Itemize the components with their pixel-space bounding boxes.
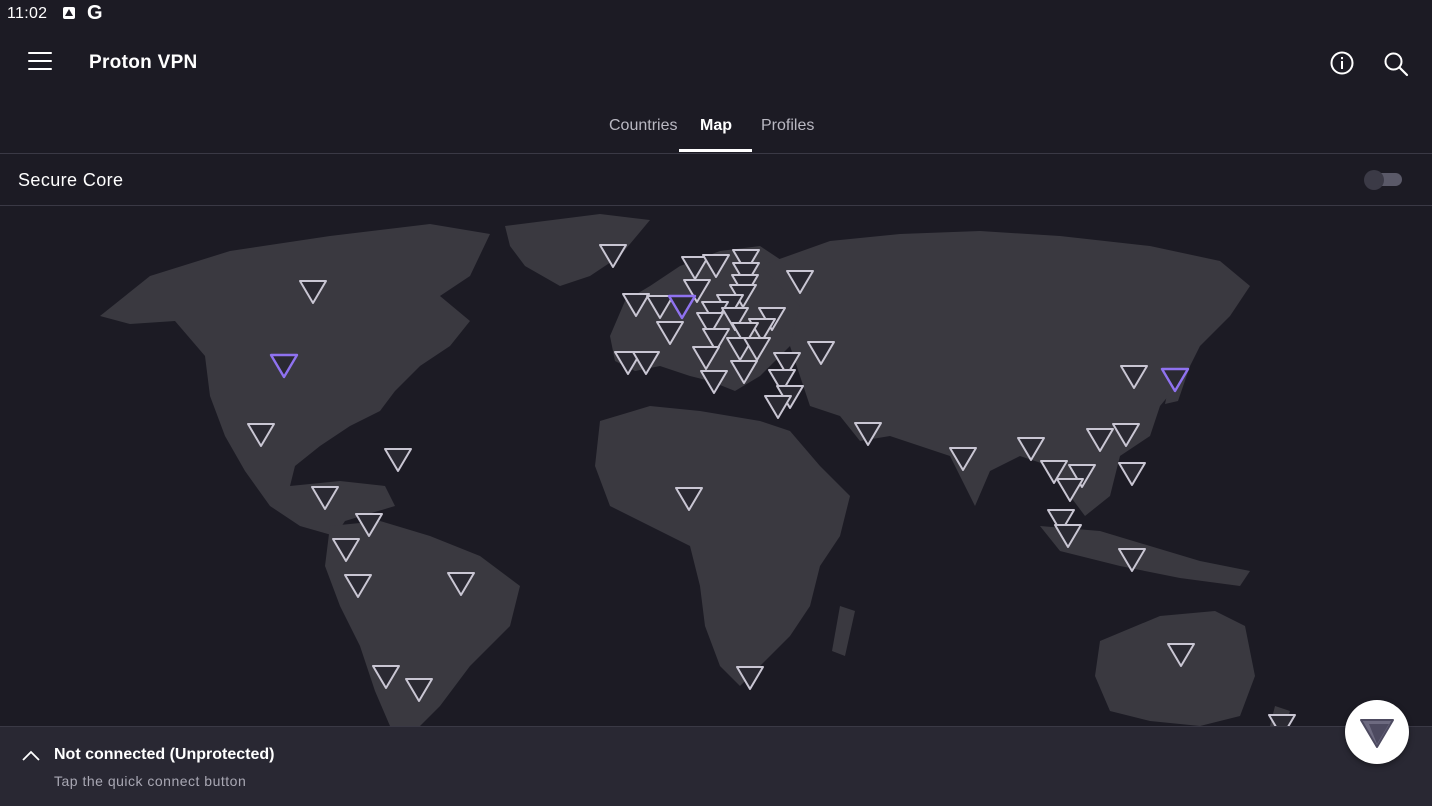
app-title: Proton VPN (89, 52, 198, 73)
server-marker[interactable] (384, 448, 412, 472)
status-bar: 11:02 G (0, 0, 1432, 28)
proton-vpn-logo-icon (1360, 719, 1394, 748)
info-icon[interactable] (1330, 51, 1354, 75)
app-bar: Proton VPN (0, 28, 1432, 98)
app-store-icon (63, 7, 75, 19)
connection-status: Not connected (Unprotected) (54, 746, 275, 763)
menu-icon[interactable] (28, 52, 52, 72)
land-madagascar (832, 606, 855, 656)
land-greenland (505, 214, 650, 286)
land-australia (1095, 611, 1255, 726)
land-africa (595, 406, 850, 686)
world-map[interactable] (0, 206, 1432, 726)
tab-indicator (679, 149, 752, 152)
tab-map[interactable]: Map (700, 117, 732, 135)
google-icon: G (87, 2, 103, 24)
chevron-up-icon[interactable] (22, 749, 40, 761)
quick-connect-button[interactable] (1345, 700, 1409, 764)
tab-profiles[interactable]: Profiles (761, 117, 814, 135)
world-map-canvas (100, 214, 1296, 726)
secure-core-toggle[interactable] (1364, 170, 1402, 190)
server-marker[interactable] (764, 395, 792, 419)
land-north-america (100, 224, 490, 536)
secure-core-row: Secure Core (0, 154, 1432, 206)
server-marker[interactable] (1118, 462, 1146, 486)
secure-core-label: Secure Core (18, 170, 124, 190)
tab-bar: Countries Map Profiles (0, 98, 1432, 154)
status-time: 11:02 (7, 5, 48, 22)
search-icon[interactable] (1383, 51, 1409, 77)
connection-hint: Tap the quick connect button (54, 773, 247, 789)
tab-countries[interactable]: Countries (609, 117, 677, 135)
connection-bar[interactable]: Not connected (Unprotected) Tap the quic… (0, 726, 1432, 806)
